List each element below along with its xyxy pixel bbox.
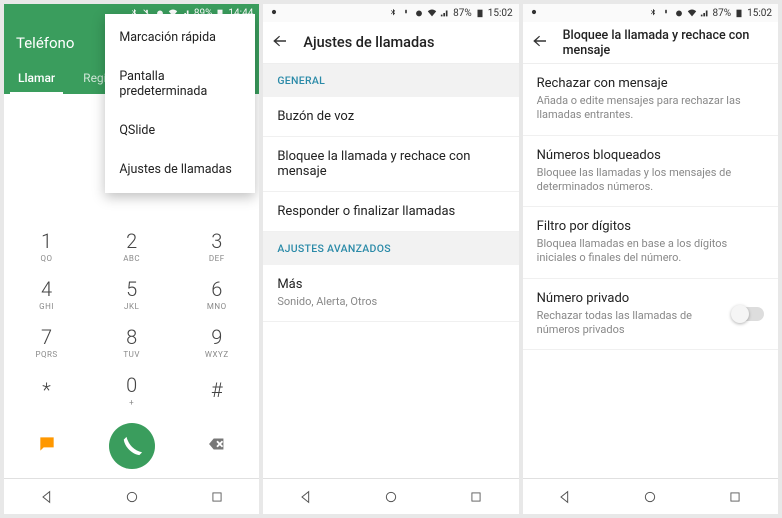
settings-header: Ajustes de llamadas: [263, 22, 518, 64]
battery-icon: [734, 8, 744, 18]
key-0[interactable]: 0+: [89, 366, 174, 414]
nav-bar: [523, 478, 778, 514]
nav-back[interactable]: [286, 485, 326, 509]
key-9[interactable]: 9WXYZ: [174, 318, 259, 366]
clock: 15:02: [488, 8, 513, 19]
menu-qslide[interactable]: QSlide: [105, 111, 255, 150]
setting-voicemail[interactable]: Buzón de voz: [263, 97, 518, 137]
back-button[interactable]: [531, 32, 549, 54]
menu-speed-dial[interactable]: Marcación rápida: [105, 18, 255, 57]
dialpad: 1QO 2ABC 3DEF 4GHI 5JKL 6MNO 7PQRS 8TUV …: [4, 222, 259, 414]
key-hash[interactable]: #: [174, 366, 259, 414]
nav-bar: [4, 478, 259, 514]
menu-default-screen[interactable]: Pantalla predeterminada: [105, 57, 255, 111]
backspace-button[interactable]: [206, 433, 228, 459]
mute-icon: [661, 8, 671, 18]
location-icon: [529, 7, 539, 17]
mute-icon: [401, 8, 411, 18]
battery-percent: 87%: [713, 8, 732, 19]
phone-dialer-screen: 89% 14:44 Teléfono Llamar Regist Marcaci…: [4, 4, 259, 514]
overflow-menu: Marcación rápida Pantalla predeterminada…: [105, 14, 255, 193]
page-title: Bloquee la llamada y rechace con mensaje: [563, 28, 770, 58]
nav-home[interactable]: [630, 485, 670, 509]
nav-recent[interactable]: [197, 485, 237, 509]
nav-back[interactable]: [545, 485, 585, 509]
key-7[interactable]: 7PQRS: [4, 318, 89, 366]
setting-reject-message[interactable]: Rechazar con mensajeAñada o edite mensaj…: [523, 64, 778, 136]
back-button[interactable]: [271, 32, 289, 54]
key-2[interactable]: 2ABC: [89, 222, 174, 270]
signal-icon: [700, 8, 710, 18]
settings-header: Bloquee la llamada y rechace con mensaje: [523, 22, 778, 64]
nav-recent[interactable]: [715, 485, 755, 509]
setting-digit-filter[interactable]: Filtro por dígitosBloquea llamadas en ba…: [523, 207, 778, 279]
phone-call-settings-screen: 87% 15:02 Ajustes de llamadas GENERAL Bu…: [263, 4, 518, 514]
setting-blocked-numbers[interactable]: Números bloqueadosBloquee las llamadas y…: [523, 136, 778, 208]
status-bar: 87% 15:02: [263, 4, 518, 22]
menu-call-settings[interactable]: Ajustes de llamadas: [105, 150, 255, 189]
clock: 15:02: [747, 8, 772, 19]
nav-home[interactable]: [112, 485, 152, 509]
setting-answer-end[interactable]: Responder o finalizar llamadas: [263, 192, 518, 232]
section-advanced: AJUSTES AVANZADOS: [263, 232, 518, 265]
key-star[interactable]: *: [4, 366, 89, 414]
call-button[interactable]: [109, 423, 155, 469]
status-bar: 87% 15:02: [523, 4, 778, 22]
section-general: GENERAL: [263, 64, 518, 97]
nav-bar: [263, 478, 518, 514]
bluetooth-icon: [648, 8, 658, 18]
setting-private-number[interactable]: Número privadoRechazar todas las llamada…: [523, 279, 778, 351]
wifi-icon: [687, 8, 697, 18]
wifi-icon: [427, 8, 437, 18]
bluetooth-icon: [388, 8, 398, 18]
key-1[interactable]: 1QO: [4, 222, 89, 270]
nav-back[interactable]: [27, 485, 67, 509]
setting-more[interactable]: Más Sonido, Alerta, Otros: [263, 265, 518, 322]
alarm-icon: [674, 8, 684, 18]
key-3[interactable]: 3DEF: [174, 222, 259, 270]
battery-icon: [475, 8, 485, 18]
nav-home[interactable]: [371, 485, 411, 509]
dialer-bottom-row: [4, 414, 259, 478]
message-button[interactable]: [37, 434, 57, 458]
toggle-switch[interactable]: [732, 307, 764, 321]
nav-recent[interactable]: [456, 485, 496, 509]
setting-block-reject[interactable]: Bloquee la llamada y rechace con mensaje: [263, 137, 518, 192]
alarm-icon: [414, 8, 424, 18]
key-6[interactable]: 6MNO: [174, 270, 259, 318]
page-title: Ajustes de llamadas: [303, 34, 434, 51]
location-icon: [269, 7, 279, 17]
phone-block-settings-screen: 87% 15:02 Bloquee la llamada y rechace c…: [523, 4, 778, 514]
app-title: Teléfono: [16, 34, 74, 52]
tab-call[interactable]: Llamar: [4, 64, 69, 94]
signal-icon: [440, 8, 450, 18]
battery-percent: 87%: [453, 8, 472, 19]
key-5[interactable]: 5JKL: [89, 270, 174, 318]
key-4[interactable]: 4GHI: [4, 270, 89, 318]
key-8[interactable]: 8TUV: [89, 318, 174, 366]
